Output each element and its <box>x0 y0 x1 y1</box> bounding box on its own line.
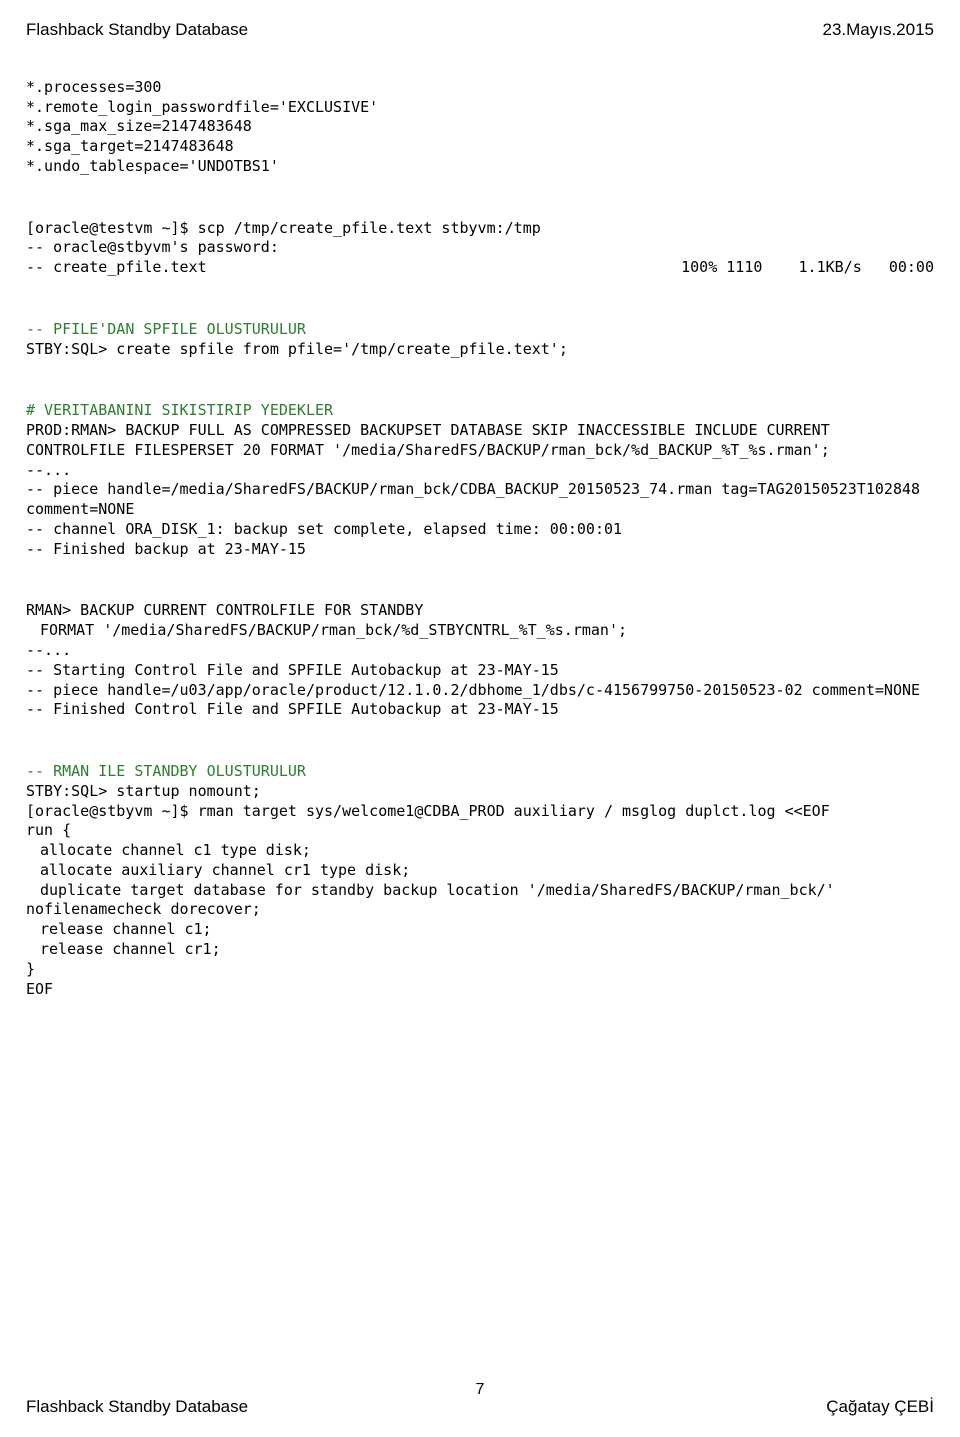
header-title: Flashback Standby Database <box>26 20 248 40</box>
header-date: 23.Mayıs.2015 <box>822 20 934 40</box>
rman-stby-comment: -- RMAN ILE STANDBY OLUSTURULUR <box>26 762 306 780</box>
backup-block: # VERITABANINI SIKISTIRIP YEDEKLER PROD:… <box>26 381 934 559</box>
footer-right: Çağatay ÇEBİ <box>826 1397 934 1417</box>
footer-left: Flashback Standby Database <box>26 1397 248 1417</box>
page-number: 7 <box>476 1381 485 1399</box>
spfile-block: -- PFILE'DAN SPFILE OLUSTURULUR STBY:SQL… <box>26 300 934 359</box>
standby-ctrl-block: RMAN> BACKUP CURRENT CONTROLFILE FOR STA… <box>26 582 934 721</box>
rman-standby-block: -- RMAN ILE STANDBY OLUSTURULUR STBY:SQL… <box>26 742 934 999</box>
init-params: *.processes=300 *.remote_login_passwordf… <box>26 58 934 177</box>
backup-comment: # VERITABANINI SIKISTIRIP YEDEKLER <box>26 401 333 419</box>
spfile-comment: -- PFILE'DAN SPFILE OLUSTURULUR <box>26 320 306 338</box>
scp-block: [oracle@testvm ~]$ scp /tmp/create_pfile… <box>26 199 934 278</box>
